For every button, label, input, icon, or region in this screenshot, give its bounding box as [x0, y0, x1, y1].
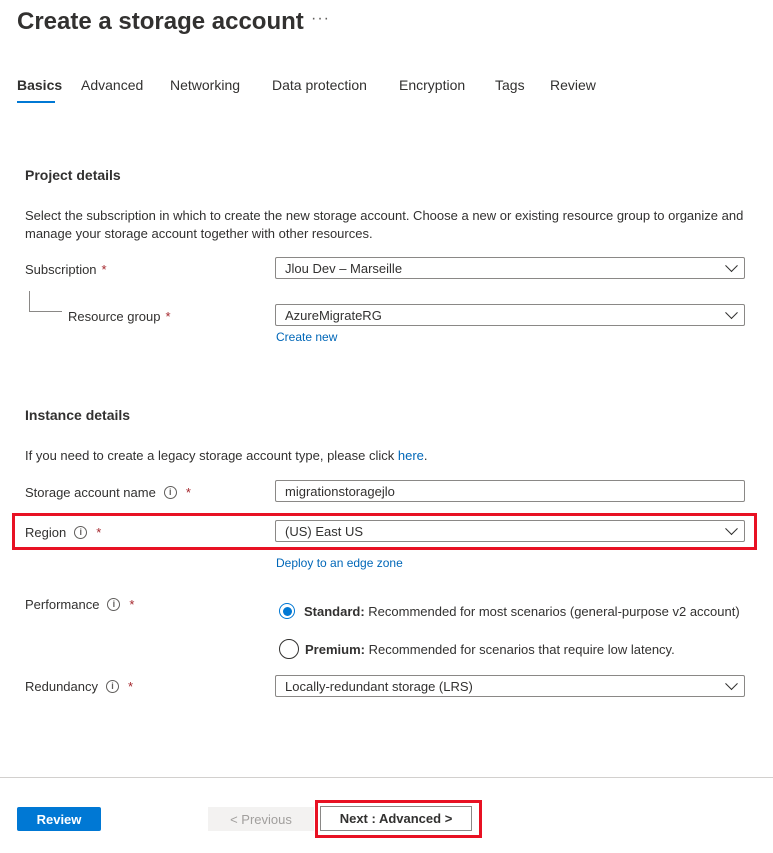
tab-basics[interactable]: Basics: [17, 77, 62, 93]
review-button[interactable]: Review: [17, 807, 101, 831]
chevron-down-icon: [725, 306, 738, 320]
standard-radio[interactable]: [279, 603, 295, 619]
storage-account-name-label: Storage account name i *: [25, 485, 191, 500]
chevron-down-icon: [725, 259, 738, 273]
tab-data-protection[interactable]: Data protection: [272, 77, 367, 93]
page-title: Create a storage account: [17, 8, 304, 35]
tab-networking[interactable]: Networking: [170, 77, 240, 93]
performance-standard-option[interactable]: Standard: Recommended for most scenarios…: [279, 603, 740, 619]
region-label: Region i *: [25, 525, 102, 540]
performance-label: Performance i *: [25, 597, 135, 612]
project-details-heading: Project details: [25, 167, 121, 183]
previous-button[interactable]: < Previous: [208, 807, 314, 831]
project-details-description: Select the subscription in which to crea…: [25, 208, 744, 241]
info-icon[interactable]: i: [107, 598, 121, 611]
redundancy-select[interactable]: Locally-redundant storage (LRS): [275, 675, 745, 697]
premium-radio[interactable]: [279, 639, 299, 659]
tab-tags[interactable]: Tags: [495, 77, 525, 93]
storage-account-name-input[interactable]: migrationstoragejlo: [275, 480, 745, 502]
info-icon[interactable]: i: [74, 526, 88, 539]
info-icon[interactable]: i: [106, 680, 119, 693]
region-select[interactable]: (US) East US: [275, 520, 745, 542]
legacy-here-link[interactable]: here: [398, 448, 424, 463]
create-new-link[interactable]: Create new: [276, 330, 337, 344]
subscription-select[interactable]: Jlou Dev – Marseille: [275, 257, 745, 279]
performance-premium-option[interactable]: Premium: Recommended for scenarios that …: [279, 639, 675, 659]
instance-details-heading: Instance details: [25, 407, 131, 423]
next-advanced-button[interactable]: Next : Advanced >: [320, 806, 472, 831]
tree-connector: [29, 291, 62, 312]
chevron-down-icon: [725, 677, 738, 691]
tab-advanced[interactable]: Advanced: [81, 77, 143, 93]
tab-review[interactable]: Review: [550, 77, 596, 93]
footer-divider: [0, 777, 773, 778]
chevron-down-icon: [725, 522, 738, 536]
tab-encryption[interactable]: Encryption: [399, 77, 465, 93]
redundancy-label: Redundancy i *: [25, 679, 134, 694]
deploy-edge-zone-link[interactable]: Deploy to an edge zone: [276, 556, 403, 570]
more-options-icon[interactable]: ···: [311, 10, 330, 28]
resource-group-select[interactable]: AzureMigrateRG: [275, 304, 745, 326]
legacy-account-text: If you need to create a legacy storage a…: [25, 448, 428, 463]
active-tab-indicator: [17, 101, 55, 103]
info-icon[interactable]: i: [163, 486, 177, 499]
subscription-label: Subscription *: [25, 262, 107, 277]
resource-group-label: Resource group *: [68, 309, 171, 324]
